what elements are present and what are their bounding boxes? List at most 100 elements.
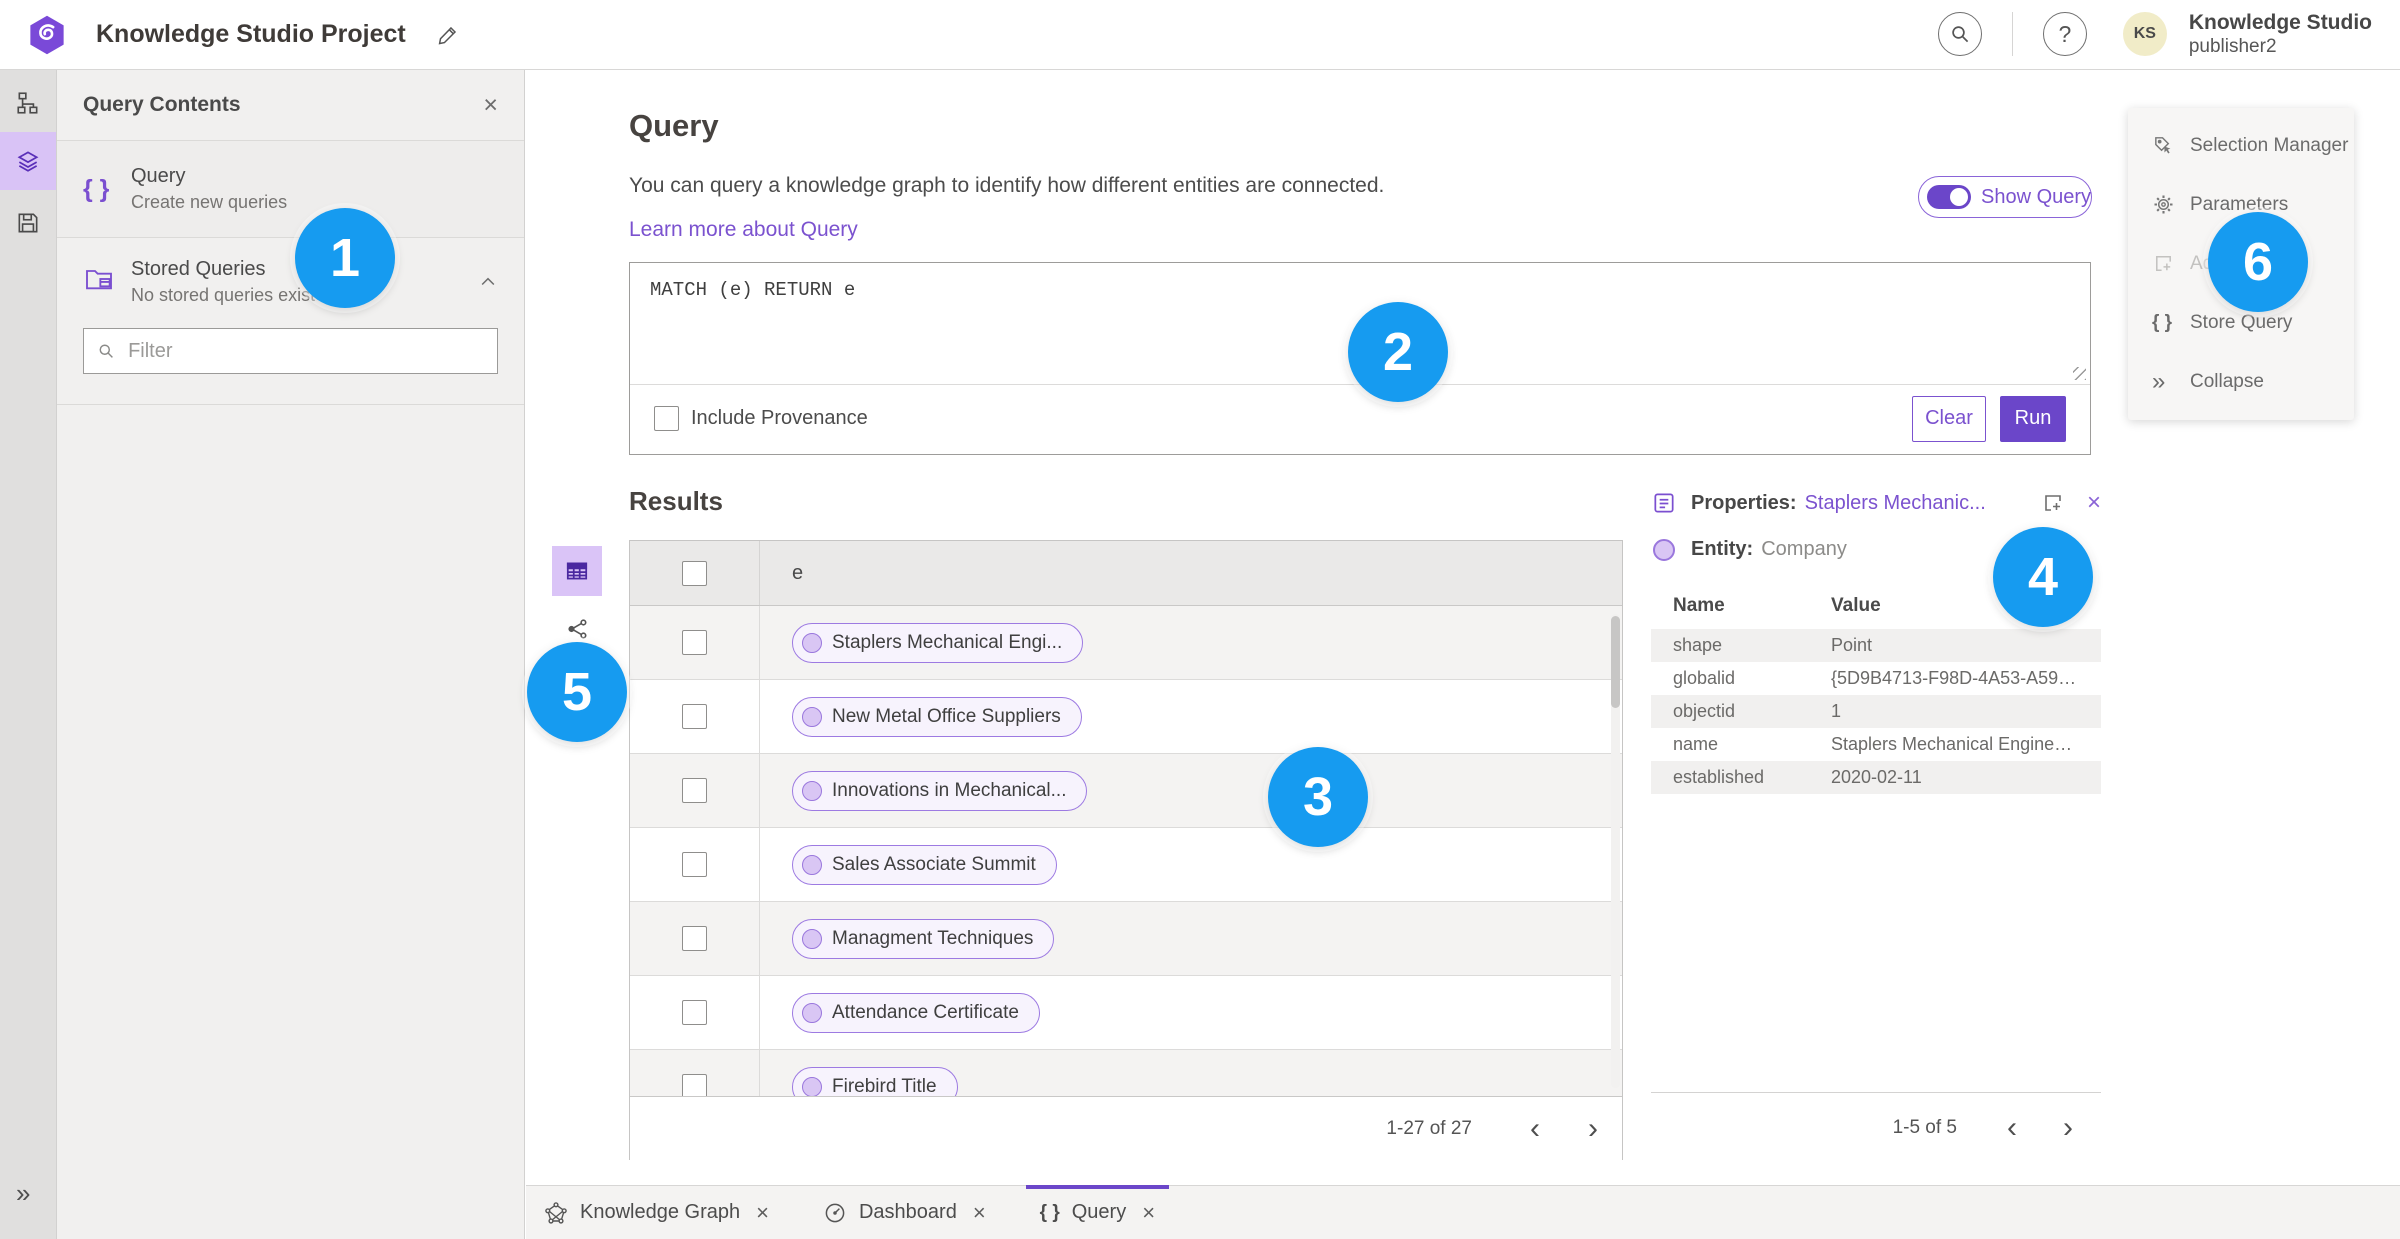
resize-handle[interactable] [2073, 367, 2086, 380]
properties-entity-name[interactable]: Staplers Mechanic... [1805, 492, 1986, 515]
show-query-toggle[interactable]: Show Query [1918, 176, 2092, 218]
table-scrollbar[interactable] [1611, 614, 1620, 1088]
add-to-new-button[interactable] [2041, 491, 2065, 515]
close-tab-button[interactable]: × [756, 1201, 769, 1224]
table-view-button[interactable] [552, 546, 602, 596]
stored-queries-filter [83, 328, 498, 374]
table-row[interactable]: Firebird Title [630, 1050, 1622, 1096]
select-all-checkbox[interactable] [682, 560, 707, 586]
entity-pill[interactable]: Attendance Certificate [792, 992, 1040, 1033]
double-chevron-right-icon: » [16, 1177, 31, 1208]
next-page-button[interactable]: › [2057, 1113, 2079, 1143]
row-checkbox[interactable] [682, 926, 707, 951]
sidebar-item-query[interactable]: { } Query Create new queries [57, 141, 524, 238]
callout-badge-5: 5 [527, 642, 627, 742]
table-row[interactable]: Attendance Certificate [630, 976, 1622, 1050]
include-provenance-checkbox[interactable] [654, 406, 679, 431]
user-role: publisher2 [2188, 35, 2277, 57]
page-title: Query [629, 108, 719, 143]
properties-page-range: 1-5 of 5 [1892, 1117, 1957, 1138]
menu-item-collapse[interactable]: » Collapse [2128, 352, 2354, 411]
tab-query[interactable]: { } Query × [1022, 1185, 1173, 1239]
column-header-e: e [792, 561, 804, 584]
graph-view-button[interactable] [565, 616, 591, 642]
run-button[interactable]: Run [2000, 395, 2066, 442]
search-button[interactable] [1937, 12, 1982, 57]
table-row[interactable]: New Metal Office Suppliers [630, 680, 1622, 754]
row-checkbox[interactable] [682, 1074, 707, 1096]
chevron-up-icon [481, 277, 495, 286]
filter-input[interactable] [126, 338, 485, 364]
top-bar: Knowledge Studio Project ? KS Knowledge … [0, 0, 2400, 70]
property-row[interactable]: globalid {5D9B4713-F98D-4A53-A59F-C11... [1651, 662, 2101, 695]
table-row[interactable]: Innovations in Mechanical... [630, 754, 1622, 828]
table-row[interactable]: Sales Associate Summit [630, 828, 1622, 902]
property-row[interactable]: objectid 1 [1651, 695, 2101, 728]
top-bar-divider [2011, 12, 2013, 57]
scrollbar-thumb[interactable] [1611, 616, 1620, 708]
property-row[interactable]: name Staplers Mechanical Engineering [1651, 728, 2101, 761]
edit-title-button[interactable] [436, 23, 460, 47]
property-row[interactable]: shape Point [1651, 629, 2101, 662]
help-button[interactable]: ? [2042, 12, 2087, 57]
entity-pill[interactable]: Sales Associate Summit [792, 844, 1057, 885]
row-checkbox[interactable] [682, 630, 707, 655]
learn-more-link[interactable]: Learn more about Query [629, 218, 858, 242]
rail-contents-button[interactable] [0, 132, 56, 190]
close-panel-button[interactable]: × [483, 92, 498, 118]
avatar-initials: KS [2133, 25, 2156, 43]
user-avatar[interactable]: KS [2122, 12, 2167, 57]
entity-pill[interactable]: Staplers Mechanical Engi... [792, 622, 1084, 663]
tab-knowledge-graph[interactable]: Knowledge Graph × [526, 1186, 787, 1239]
user-info[interactable]: Knowledge Studio publisher2 [2189, 11, 2372, 58]
braces-icon: { } [2152, 311, 2173, 333]
add-to-new-icon [2045, 495, 2061, 511]
expand-rail-button[interactable]: » [0, 1171, 56, 1215]
table-row[interactable]: Managment Techniques [630, 902, 1622, 976]
entity-pill[interactable]: Managment Techniques [792, 918, 1055, 959]
sidebar-item-stored-queries[interactable]: Stored Queries No stored queries exist [83, 258, 498, 306]
clear-button[interactable]: Clear [1912, 395, 1986, 442]
callout-badge-3: 3 [1268, 747, 1368, 847]
close-tab-button[interactable]: × [1142, 1201, 1155, 1224]
tab-dashboard[interactable]: Dashboard × [805, 1186, 1004, 1239]
results-table: e Staplers Mechanical Engi... New Metal … [629, 540, 1623, 1160]
table-icon [566, 562, 588, 580]
table-row[interactable]: Staplers Mechanical Engi... [630, 606, 1622, 680]
previous-page-button[interactable]: ‹ [2001, 1113, 2023, 1143]
collapse-stored-queries-button[interactable] [478, 272, 498, 292]
row-checkbox[interactable] [682, 852, 707, 877]
search-icon [99, 344, 113, 358]
gear-icon [2152, 193, 2190, 216]
row-checkbox[interactable] [682, 1000, 707, 1025]
double-chevron-right-icon: » [2152, 367, 2166, 395]
property-row[interactable]: established 2020-02-11 [1651, 761, 2101, 794]
query-contents-panel: Query Contents × { } Query Create new qu… [57, 70, 525, 1239]
save-icon [18, 213, 38, 233]
network-graph-icon [544, 1201, 568, 1225]
rail-link-chart-button[interactable] [0, 74, 56, 132]
stored-queries-folder-icon [83, 263, 131, 302]
entity-pill[interactable]: New Metal Office Suppliers [792, 696, 1082, 737]
project-title: Knowledge Studio Project [96, 20, 406, 48]
entity-pill[interactable]: Firebird Title [792, 1066, 958, 1096]
menu-item-selection-manager[interactable]: Selection Manager [2128, 116, 2354, 175]
rail-save-button[interactable] [0, 194, 56, 252]
entity-dot-icon [802, 928, 822, 949]
stored-queries-section: Stored Queries No stored queries exist [57, 238, 524, 405]
query-view: Query You can query a knowledge graph to… [526, 70, 2400, 1185]
previous-page-button[interactable]: ‹ [1524, 1113, 1546, 1144]
close-properties-button[interactable]: × [2087, 491, 2101, 515]
results-title: Results [629, 486, 723, 516]
row-checkbox[interactable] [682, 778, 707, 803]
next-page-button[interactable]: › [1582, 1113, 1604, 1144]
results-page-range: 1-27 of 27 [1386, 1117, 1472, 1139]
query-description: You can query a knowledge graph to ident… [629, 174, 1385, 197]
entity-pill[interactable]: Innovations in Mechanical... [792, 770, 1088, 811]
row-checkbox[interactable] [682, 704, 707, 729]
hierarchy-icon [17, 92, 38, 114]
braces-icon: { } [1039, 1201, 1060, 1223]
query-item-sublabel: Create new queries [131, 192, 288, 212]
close-tab-button[interactable]: × [973, 1201, 986, 1224]
callout-badge-2: 2 [1348, 302, 1448, 402]
